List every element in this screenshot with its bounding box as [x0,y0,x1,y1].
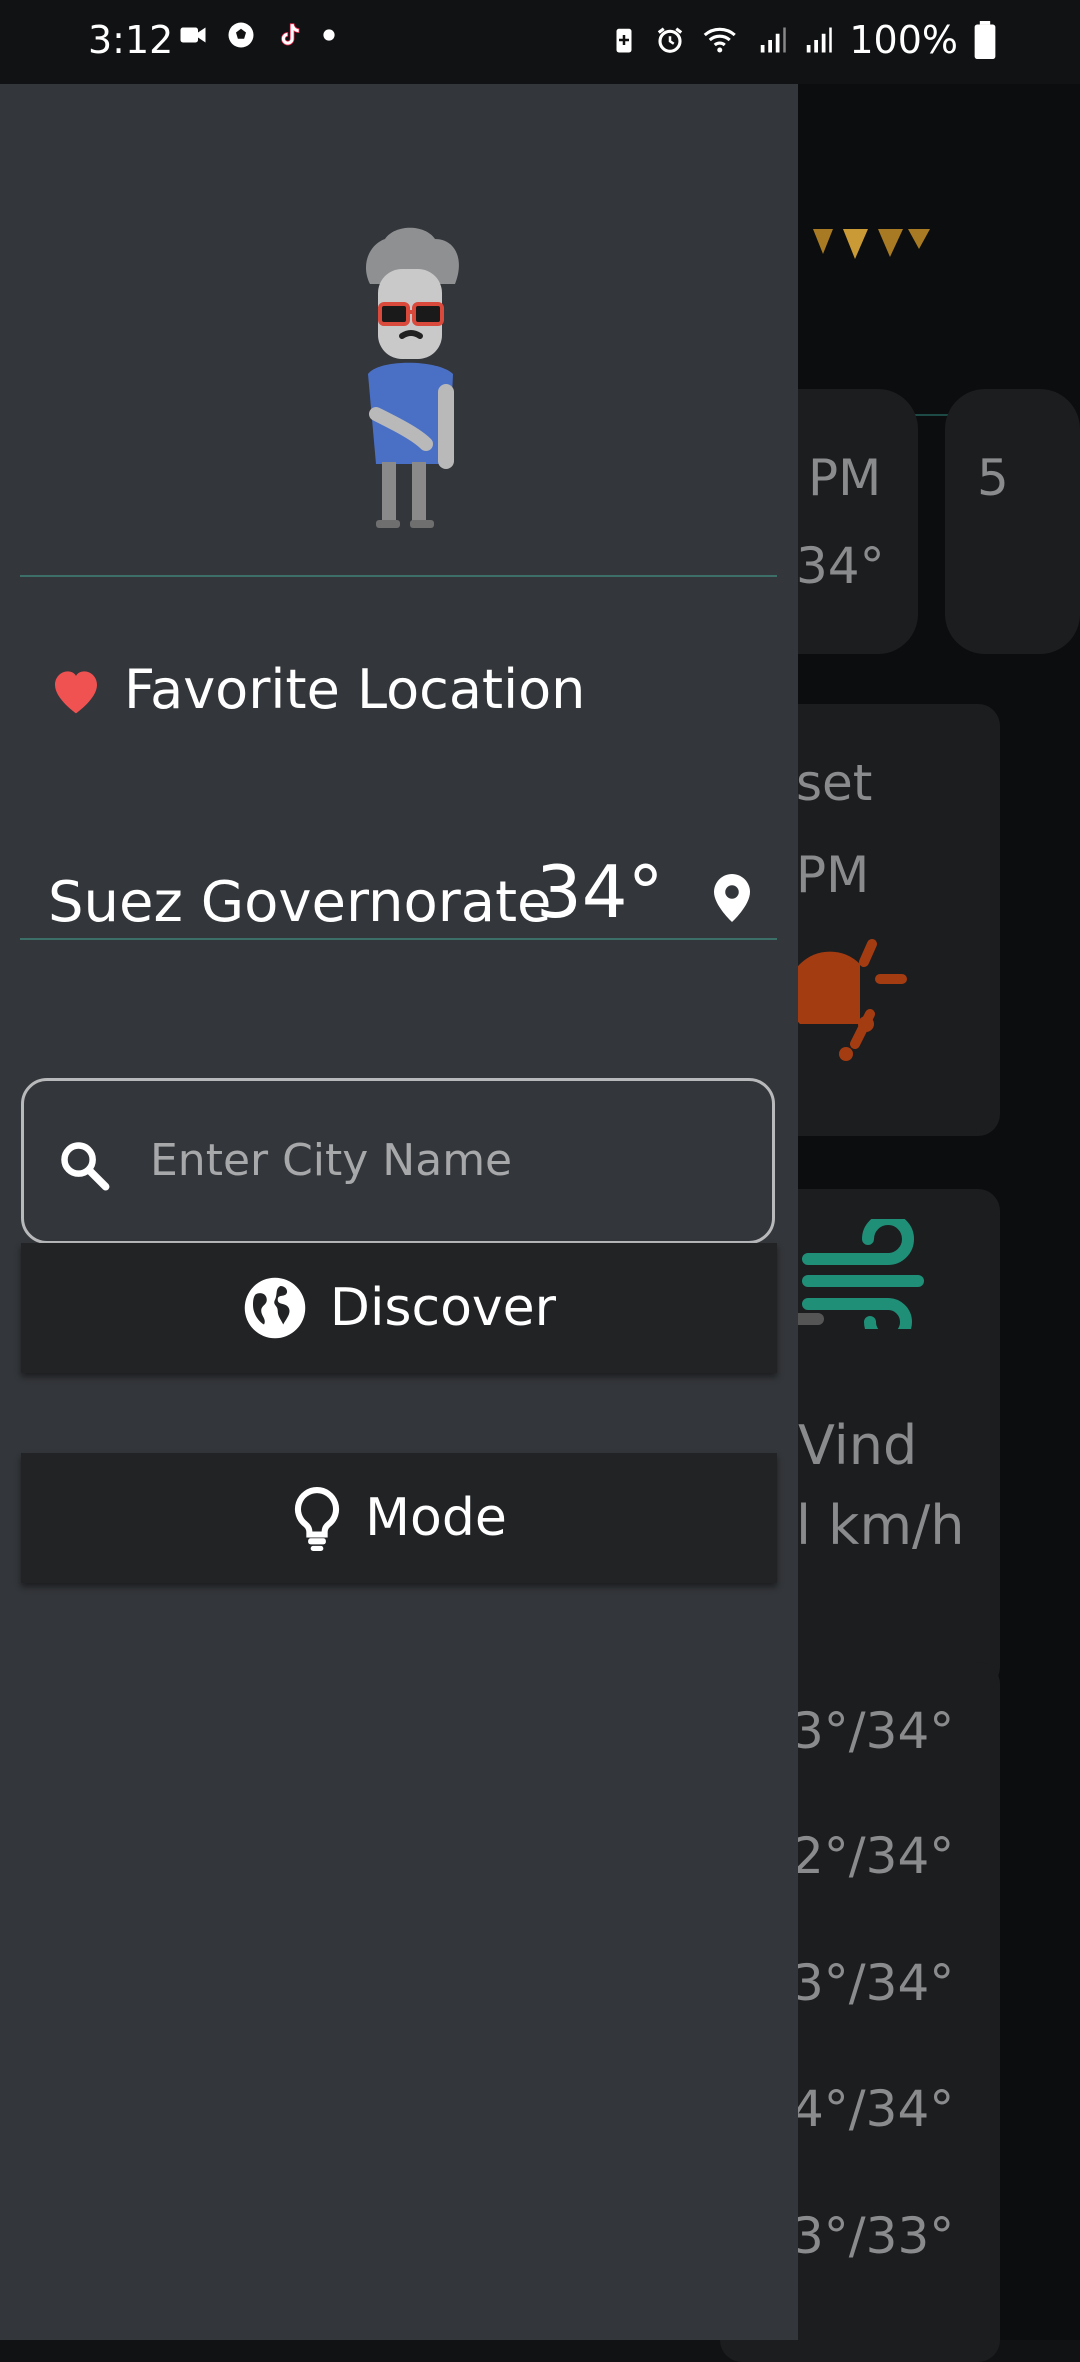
signal-icon [807,27,833,53]
sunset-label: set [796,754,873,812]
soccer-ball-icon [228,22,254,48]
drawer-divider [20,575,777,577]
discover-button[interactable]: Discover [21,1243,777,1373]
signal-icon [761,27,787,53]
dot-icon [323,29,335,41]
wifi-icon [704,27,737,53]
globe-icon [244,1277,306,1339]
daily-range: 3°/34° [792,1702,955,1760]
wind-icon [798,1219,924,1329]
avatar [365,227,459,528]
sunset-time: PM [796,846,870,904]
battery-percent: 100% [849,18,958,62]
hourly-time: 5 [977,449,1009,507]
alarm-icon [658,27,683,53]
tiktok-icon [281,23,300,46]
status-time: 3:12 [88,18,174,62]
heart-icon [55,670,97,713]
mode-button[interactable]: Mode [21,1453,777,1583]
daily-range: 3°/34° [792,1954,955,2012]
daily-range: 2°/34° [792,1827,955,1885]
wind-label: Vind [798,1414,918,1477]
daily-range: 3°/33° [792,2207,955,2265]
battery-icon [974,21,996,59]
city-search-input[interactable]: Enter City Name [21,1078,775,1244]
status-notification-icons [178,20,336,50]
status-system-icons: 100% [609,18,996,62]
navigation-drawer: Favorite Location Suez Governorate 34° E… [0,84,798,2340]
wind-value: l km/h [796,1494,965,1557]
mode-label: Mode [365,1488,507,1548]
favorite-location-item[interactable]: Suez Governorate 34° [48,774,758,935]
hourly-temp: 34° [796,537,885,595]
daily-range: 4°/34° [792,2080,955,2138]
battery-saver-icon [616,28,632,53]
location-pin-icon[interactable] [714,874,750,922]
discover-label: Discover [329,1278,557,1338]
favorite-location-header: Favorite Location [48,658,585,721]
status-bar: 3:12 100% [0,0,1080,84]
drawer-divider [20,938,777,940]
video-camera-icon [180,27,206,43]
decorative-bunting-icon [813,229,930,259]
search-icon [61,1142,110,1191]
favorite-city-name: Suez Governorate [48,870,552,935]
sunset-icon [787,939,907,1061]
favorite-location-label: Favorite Location [124,658,586,721]
search-placeholder: Enter City Name [150,1135,513,1186]
favorite-city-temp: 34° [536,850,664,934]
hourly-card[interactable]: 5 [945,389,1080,654]
lightbulb-icon [295,1487,340,1551]
hourly-time: PM [808,449,882,507]
